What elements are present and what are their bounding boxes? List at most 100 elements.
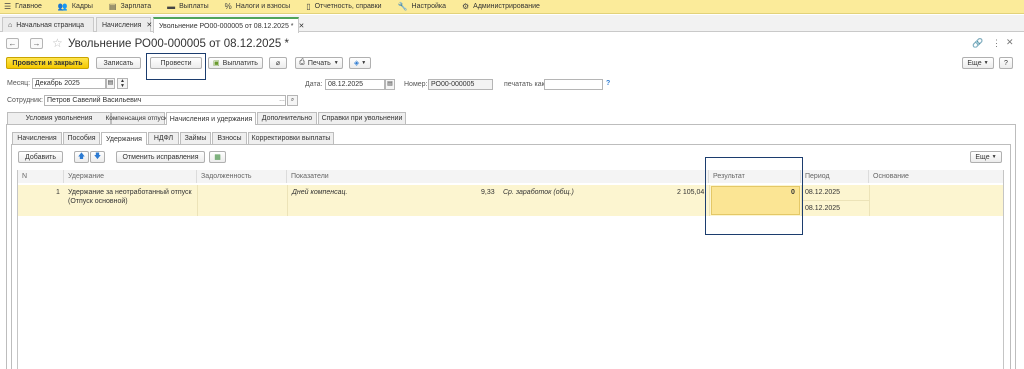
- paperclip-icon: ⌀: [275, 60, 281, 67]
- row-divider: [869, 185, 870, 216]
- table-icon: ▦: [214, 154, 221, 161]
- arrow-left-icon: ←: [8, 39, 17, 48]
- menu-label: Отчетность, справки: [314, 3, 382, 10]
- pay-button[interactable]: ▣ Выплатить: [208, 57, 263, 69]
- post-and-close-button[interactable]: Провести и закрыть: [6, 57, 89, 69]
- more-label: Еще: [975, 153, 990, 161]
- tab-benefits[interactable]: Пособия: [63, 132, 100, 144]
- menu-icon: ☰: [4, 2, 12, 11]
- column-header-deduction[interactable]: Удержание: [64, 170, 197, 183]
- column-header-basis[interactable]: Основание: [869, 170, 1003, 183]
- payments-icon: ▬: [167, 2, 176, 11]
- tab-accruals[interactable]: Начисления ✕: [96, 17, 152, 32]
- indicator-2-name: Ср. заработок (общ.): [503, 189, 574, 196]
- post-button[interactable]: Провести: [150, 57, 202, 69]
- save-button[interactable]: Записать: [96, 57, 141, 69]
- more-vertical-icon[interactable]: ⋮: [992, 38, 1001, 49]
- tab-label: Увольнение РО00-000005 от 08.12.2025 *: [159, 22, 294, 30]
- date-field[interactable]: 08.12.2025: [325, 79, 385, 90]
- percent-icon: %: [224, 2, 232, 11]
- page-title: Увольнение РО00-000005 от 08.12.2025 *: [68, 38, 289, 50]
- tab-dismissal-conditions[interactable]: Условия увольнения: [7, 112, 111, 124]
- menu-settings[interactable]: 🔧 Настройка: [398, 2, 446, 11]
- help-question-icon[interactable]: ?: [606, 80, 610, 87]
- menu-staff[interactable]: 👥 Кадры: [58, 2, 93, 11]
- employee-field[interactable]: Петров Савелий Васильевич: [44, 95, 286, 106]
- close-icon[interactable]: ✕: [146, 21, 152, 29]
- tab-label: Начисления: [102, 21, 142, 29]
- menu-label: Кадры: [71, 3, 93, 10]
- column-header-period[interactable]: Период: [801, 170, 869, 183]
- help-button[interactable]: ?: [999, 57, 1013, 69]
- home-icon: ⌂: [8, 21, 13, 29]
- tab-certificates[interactable]: Справки при увольнении: [318, 112, 406, 124]
- move-down-button[interactable]: 🡇: [90, 151, 105, 163]
- close-window-icon[interactable]: ✕: [1006, 37, 1014, 48]
- indicator-1-name: Дней компенсац.: [292, 189, 348, 196]
- tab-dismissal-doc[interactable]: Увольнение РО00-000005 от 08.12.2025 * ✕: [153, 17, 304, 33]
- tab-payment-corrections[interactable]: Корректировки выплаты: [248, 132, 334, 144]
- row-divider: [287, 185, 288, 216]
- month-field[interactable]: Декабрь 2025: [32, 78, 106, 89]
- indicator-1-value[interactable]: 9,33: [481, 189, 495, 196]
- tab-label: Начальная страница: [16, 21, 84, 29]
- column-header-debt[interactable]: Задолженность: [197, 170, 287, 183]
- tab-accruals-sub[interactable]: Начисления: [12, 132, 62, 144]
- row-number: 1: [56, 189, 60, 196]
- menu-reports[interactable]: ▯ Отчетность, справки: [306, 2, 381, 11]
- tab-ndfl[interactable]: НДФЛ: [148, 132, 179, 144]
- menu-salary[interactable]: ▤ Зарплата: [109, 2, 151, 11]
- back-button[interactable]: ←: [6, 38, 19, 49]
- create-based-icon: ◈: [353, 60, 360, 67]
- move-up-button[interactable]: 🡅: [74, 151, 89, 163]
- print-label: Печать: [307, 59, 331, 67]
- menu-admin[interactable]: ⚙ Администрирование: [462, 2, 540, 11]
- tab-loans[interactable]: Займы: [180, 132, 211, 144]
- calendar-icon[interactable]: ▤: [106, 78, 115, 89]
- more-button[interactable]: Еще ▼: [962, 57, 994, 69]
- link-icon[interactable]: 🔗: [972, 38, 983, 49]
- period-end[interactable]: 08.12.2025: [805, 205, 840, 212]
- column-header-result[interactable]: Результат: [709, 170, 801, 183]
- month-stepper[interactable]: ▲ ▼: [117, 78, 128, 89]
- arrow-right-icon: →: [32, 39, 41, 48]
- column-header-indicators[interactable]: Показатели: [287, 170, 709, 183]
- number-field[interactable]: РО00-000005: [428, 79, 493, 90]
- wrench-icon: 🔧: [397, 2, 408, 11]
- result-cell[interactable]: [711, 186, 800, 215]
- row-divider: [801, 200, 869, 201]
- menu-payments[interactable]: ▬ Выплаты: [167, 2, 209, 11]
- window-tab-bar: ⌂ Начальная страница Начисления ✕ Увольн…: [0, 15, 1024, 33]
- menu-taxes[interactable]: % Налоги и взносы: [225, 2, 291, 11]
- period-start[interactable]: 08.12.2025: [805, 189, 840, 196]
- tab-additional[interactable]: Дополнительно: [257, 112, 317, 124]
- favorite-star-icon[interactable]: ☆: [52, 36, 63, 50]
- attach-button[interactable]: ⌀: [269, 57, 287, 69]
- row-divider: [197, 185, 198, 216]
- tab-home[interactable]: ⌂ Начальная страница: [2, 17, 94, 32]
- chevron-down-icon: ▼: [361, 60, 367, 66]
- main-menu-bar: ☰ Главное 👥 Кадры ▤ Зарплата ▬ Выплаты % Нало…: [0, 0, 1024, 14]
- cancel-fixes-button[interactable]: Отменить исправления: [116, 151, 205, 163]
- result-value: 0: [791, 189, 795, 196]
- column-header-n[interactable]: N: [18, 170, 64, 183]
- print-as-field[interactable]: [544, 79, 603, 90]
- chevron-down-icon: ▼: [991, 154, 997, 160]
- menu-main[interactable]: ☰ Главное: [4, 2, 42, 11]
- tab-vacation-compensation[interactable]: Компенсация отпуска: [105, 112, 171, 124]
- arrow-up-icon: 🡅: [77, 152, 86, 160]
- open-icon[interactable]: ⌕: [287, 95, 298, 106]
- tab-contributions[interactable]: Взносы: [212, 132, 247, 144]
- month-label: Месяц:: [7, 80, 31, 87]
- add-button[interactable]: Добавить: [18, 151, 63, 163]
- create-based-on-button[interactable]: ◈ ▼: [349, 57, 371, 69]
- indicator-2-value[interactable]: 2 105,04: [677, 189, 704, 196]
- menu-label: Выплаты: [179, 3, 209, 10]
- grid-more-button[interactable]: Еще ▼: [970, 151, 1002, 163]
- forward-button[interactable]: →: [30, 38, 43, 49]
- close-icon[interactable]: ✕: [299, 22, 305, 30]
- table-settings-button[interactable]: ▦: [209, 151, 226, 163]
- dots-icon[interactable]: …: [278, 96, 286, 105]
- calendar-icon[interactable]: ▤: [385, 79, 395, 90]
- print-button[interactable]: ⎙ Печать ▼: [295, 57, 343, 69]
